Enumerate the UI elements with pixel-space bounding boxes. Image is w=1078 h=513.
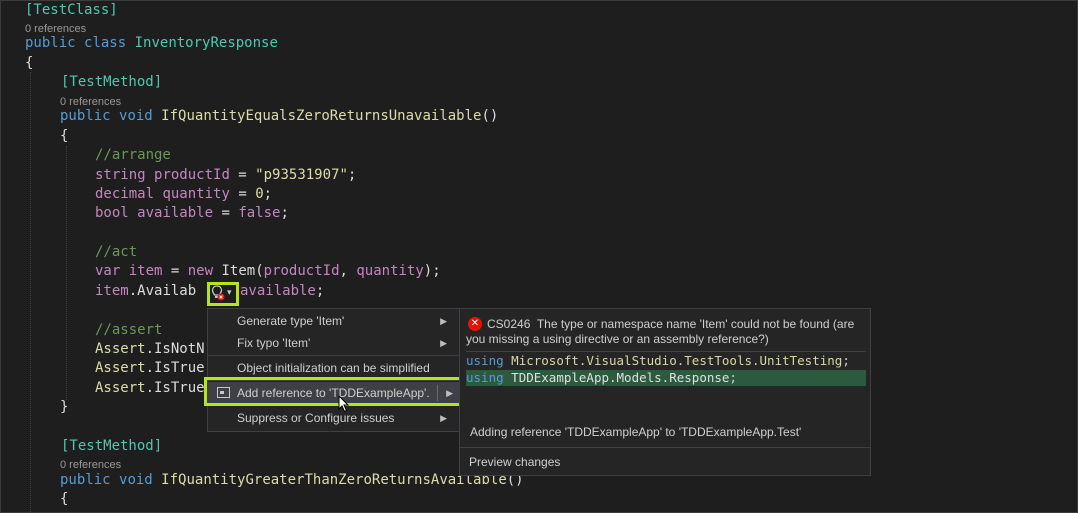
code-line-12: var item = new Item(productId, quantity)… (95, 263, 441, 279)
preview-panel: ✕ CS0246 The type or namespace name 'Ite… (459, 308, 871, 476)
error-code: CS0246 (487, 317, 531, 331)
code-line-18: } (60, 399, 69, 415)
menu-item-suppress-configure[interactable]: Suppress or Configure issues ▶ (208, 407, 459, 429)
code-line-11: //act (95, 244, 138, 260)
diff-line-added: using TDDExampleApp.Models.Response; (466, 370, 866, 386)
code-line-10: bool available = false; (95, 205, 289, 221)
submenu-arrow-icon: ▶ (440, 413, 447, 423)
error-description: CS0246 The type or namespace name 'Item'… (466, 317, 862, 347)
menu-item-fix-typo[interactable]: Fix typo 'Item' ▶ (208, 332, 459, 354)
code-line-13: item.Availab (95, 283, 197, 299)
menu-item-label: Generate type 'Item' (237, 314, 345, 328)
code-line-2: public class InventoryResponse (25, 35, 278, 51)
diff-line-existing: using Microsoft.VisualStudio.TestTools.U… (466, 353, 850, 368)
mouse-cursor-icon (338, 395, 350, 413)
code-line-13-tail: available; (240, 283, 325, 299)
add-reference-highlight-box (204, 377, 462, 406)
menu-item-label: Fix typo 'Item' (237, 336, 311, 350)
submenu-arrow-icon: ▶ (440, 316, 447, 326)
code-line-3: { (25, 55, 34, 71)
menu-item-label: Suppress or Configure issues (237, 411, 395, 425)
indent-guide (66, 146, 67, 400)
lightbulb-error-icon[interactable] (211, 285, 225, 301)
menu-item-object-initialization[interactable]: Object initialization can be simplified (208, 357, 459, 379)
code-line-15: Assert.IsNotN (95, 341, 205, 357)
action-description: Adding reference 'TDDExampleApp' to 'TDD… (470, 425, 802, 439)
code-line-19: [TestMethod] (61, 438, 163, 454)
code-line-1: [TestClass] (25, 2, 118, 18)
code-line-6: { (60, 128, 69, 144)
chevron-down-icon[interactable]: ▾ (227, 288, 232, 298)
indent-guide (30, 72, 31, 512)
code-diff-preview: using Microsoft.VisualStudio.TestTools.U… (466, 351, 866, 387)
menu-item-label: Object initialization can be simplified (237, 361, 430, 375)
code-line-7: //arrange (95, 147, 171, 163)
code-line-17: Assert.IsTrue (95, 380, 205, 396)
preview-changes-link[interactable]: Preview changes (469, 455, 560, 469)
quick-actions-menu: Generate type 'Item' ▶ Fix typo 'Item' ▶… (207, 308, 460, 432)
codelens-references[interactable]: 0 references (60, 458, 121, 472)
code-line-16: Assert.IsTrue (95, 360, 205, 376)
code-line-8: string productId = "p93531907"; (95, 167, 357, 183)
code-line-21: { (60, 491, 69, 507)
code-line-4: [TestMethod] (61, 74, 163, 90)
menu-separator (208, 355, 459, 356)
code-line-5: public void IfQuantityEqualsZeroReturnsU… (60, 108, 499, 124)
menu-item-generate-type[interactable]: Generate type 'Item' ▶ (208, 310, 459, 332)
code-line-9: decimal quantity = 0; (95, 186, 273, 202)
submenu-arrow-icon: ▶ (440, 338, 447, 348)
code-line-14: //assert (95, 322, 163, 338)
preview-separator (460, 447, 870, 448)
code-line-20: public void IfQuantityGreaterThanZeroRet… (60, 472, 524, 488)
